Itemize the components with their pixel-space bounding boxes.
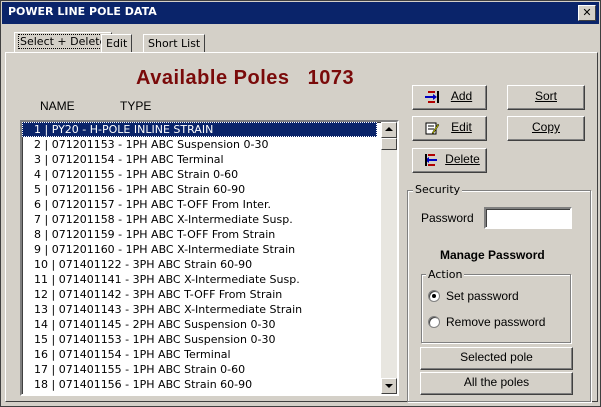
pole-list: 1 | PY20 - H-POLE INLINE STRAIN 2 | 07120… bbox=[22, 122, 377, 392]
selected-pole-label: Selected pole bbox=[460, 350, 533, 364]
tab-label: Select + Delete bbox=[17, 34, 109, 49]
tab-select-delete[interactable]: Select + Delete bbox=[14, 32, 113, 52]
close-icon: ✕ bbox=[582, 6, 592, 19]
list-item[interactable]: 1 | PY20 - H-POLE INLINE STRAIN bbox=[22, 122, 377, 137]
sort-button-label: Sort bbox=[534, 89, 557, 103]
pole-listbox[interactable]: 1 | PY20 - H-POLE INLINE STRAIN 2 | 07120… bbox=[20, 120, 399, 396]
window-title: POWER LINE POLE DATA bbox=[8, 5, 157, 18]
edit-record-icon bbox=[425, 122, 440, 135]
tab-label: Short List bbox=[148, 37, 201, 50]
tab-label: Edit bbox=[106, 37, 128, 50]
add-record-icon bbox=[425, 91, 439, 103]
vertical-scrollbar[interactable] bbox=[381, 122, 397, 394]
close-button[interactable]: ✕ bbox=[578, 5, 596, 21]
edit-button[interactable]: Edit bbox=[412, 116, 487, 141]
list-item[interactable]: 13 | 071401143 - 3PH ABC X-Intermediate … bbox=[22, 302, 377, 317]
delete-button[interactable]: Delete bbox=[412, 148, 487, 173]
all-poles-label: All the poles bbox=[463, 375, 530, 389]
list-item[interactable]: 14 | 071401145 - 2PH ABC Suspension 0-30 bbox=[22, 317, 377, 332]
manage-password-label: Manage Password bbox=[440, 248, 545, 262]
scroll-thumb[interactable] bbox=[381, 138, 397, 150]
sort-button[interactable]: Sort bbox=[507, 85, 585, 110]
security-group-label: Security bbox=[413, 183, 463, 196]
action-group-label: Action bbox=[426, 268, 465, 281]
all-poles-button[interactable]: All the poles bbox=[420, 372, 573, 395]
scroll-up-button[interactable] bbox=[381, 122, 397, 138]
title-bar[interactable]: POWER LINE POLE DATA ✕ bbox=[2, 2, 599, 24]
list-item[interactable]: 8 | 071201159 - 1PH ABC T-OFF From Strai… bbox=[22, 227, 377, 242]
tab-short-list[interactable]: Short List bbox=[143, 34, 206, 53]
list-item[interactable]: 2 | 071201153 - 1PH ABC Suspension 0-30 bbox=[22, 137, 377, 152]
pole-count: 1073 bbox=[307, 67, 355, 89]
chevron-down-icon bbox=[385, 384, 393, 388]
list-item[interactable]: 15 | 071401153 - 1PH ABC Suspension 0-30 bbox=[22, 332, 377, 347]
list-item[interactable]: 4 | 071201155 - 1PH ABC Strain 0-60 bbox=[22, 167, 377, 182]
list-item[interactable]: 6 | 071201157 - 1PH ABC T-OFF From Inter… bbox=[22, 197, 377, 212]
set-password-radio[interactable] bbox=[428, 290, 440, 302]
column-header-name: NAME bbox=[40, 99, 75, 113]
list-item[interactable]: 5 | 071201156 - 1PH ABC Strain 60-90 bbox=[22, 182, 377, 197]
list-item[interactable]: 18 | 071401156 - 1PH ABC Strain 60-90 bbox=[22, 377, 377, 392]
edit-button-label: Edit bbox=[451, 120, 472, 134]
list-item[interactable]: 11 | 071401141 - 3PH ABC X-Intermediate … bbox=[22, 272, 377, 287]
copy-button-label: Copy bbox=[531, 120, 560, 134]
tab-edit[interactable]: Edit bbox=[101, 34, 133, 53]
add-button[interactable]: Add bbox=[412, 85, 487, 110]
selected-pole-button[interactable]: Selected pole bbox=[420, 347, 573, 370]
set-password-label: Set password bbox=[446, 289, 519, 303]
list-item[interactable]: 7 | 071201158 - 1PH ABC X-Intermediate S… bbox=[22, 212, 377, 227]
heading-text: Available Poles bbox=[136, 67, 290, 89]
list-item[interactable]: 10 | 071401122 - 3PH ABC Strain 60-90 bbox=[22, 257, 377, 272]
list-item[interactable]: 16 | 071401154 - 1PH ABC Terminal bbox=[22, 347, 377, 362]
password-field[interactable] bbox=[484, 207, 572, 229]
chevron-up-icon bbox=[385, 127, 393, 131]
list-item[interactable]: 3 | 071201154 - 1PH ABC Terminal bbox=[22, 152, 377, 167]
delete-button-label: Delete bbox=[445, 152, 480, 166]
page-title: Available Poles 1073 bbox=[136, 67, 354, 90]
list-item[interactable]: 12 | 071401142 - 3PH ABC T-OFF From Stra… bbox=[22, 287, 377, 302]
list-item[interactable]: 17 | 071401155 - 1PH ABC Strain 0-60 bbox=[22, 362, 377, 377]
remove-password-radio[interactable] bbox=[428, 316, 440, 328]
column-header-type: TYPE bbox=[120, 99, 152, 113]
add-button-label: Add bbox=[450, 89, 473, 103]
action-group bbox=[421, 274, 571, 343]
delete-record-icon bbox=[425, 154, 437, 166]
copy-button[interactable]: Copy bbox=[507, 116, 585, 141]
remove-password-label: Remove password bbox=[446, 315, 546, 329]
scroll-down-button[interactable] bbox=[381, 378, 397, 394]
list-item[interactable]: 9 | 071201160 - 1PH ABC X-Intermediate S… bbox=[22, 242, 377, 257]
password-label: Password bbox=[421, 211, 474, 225]
